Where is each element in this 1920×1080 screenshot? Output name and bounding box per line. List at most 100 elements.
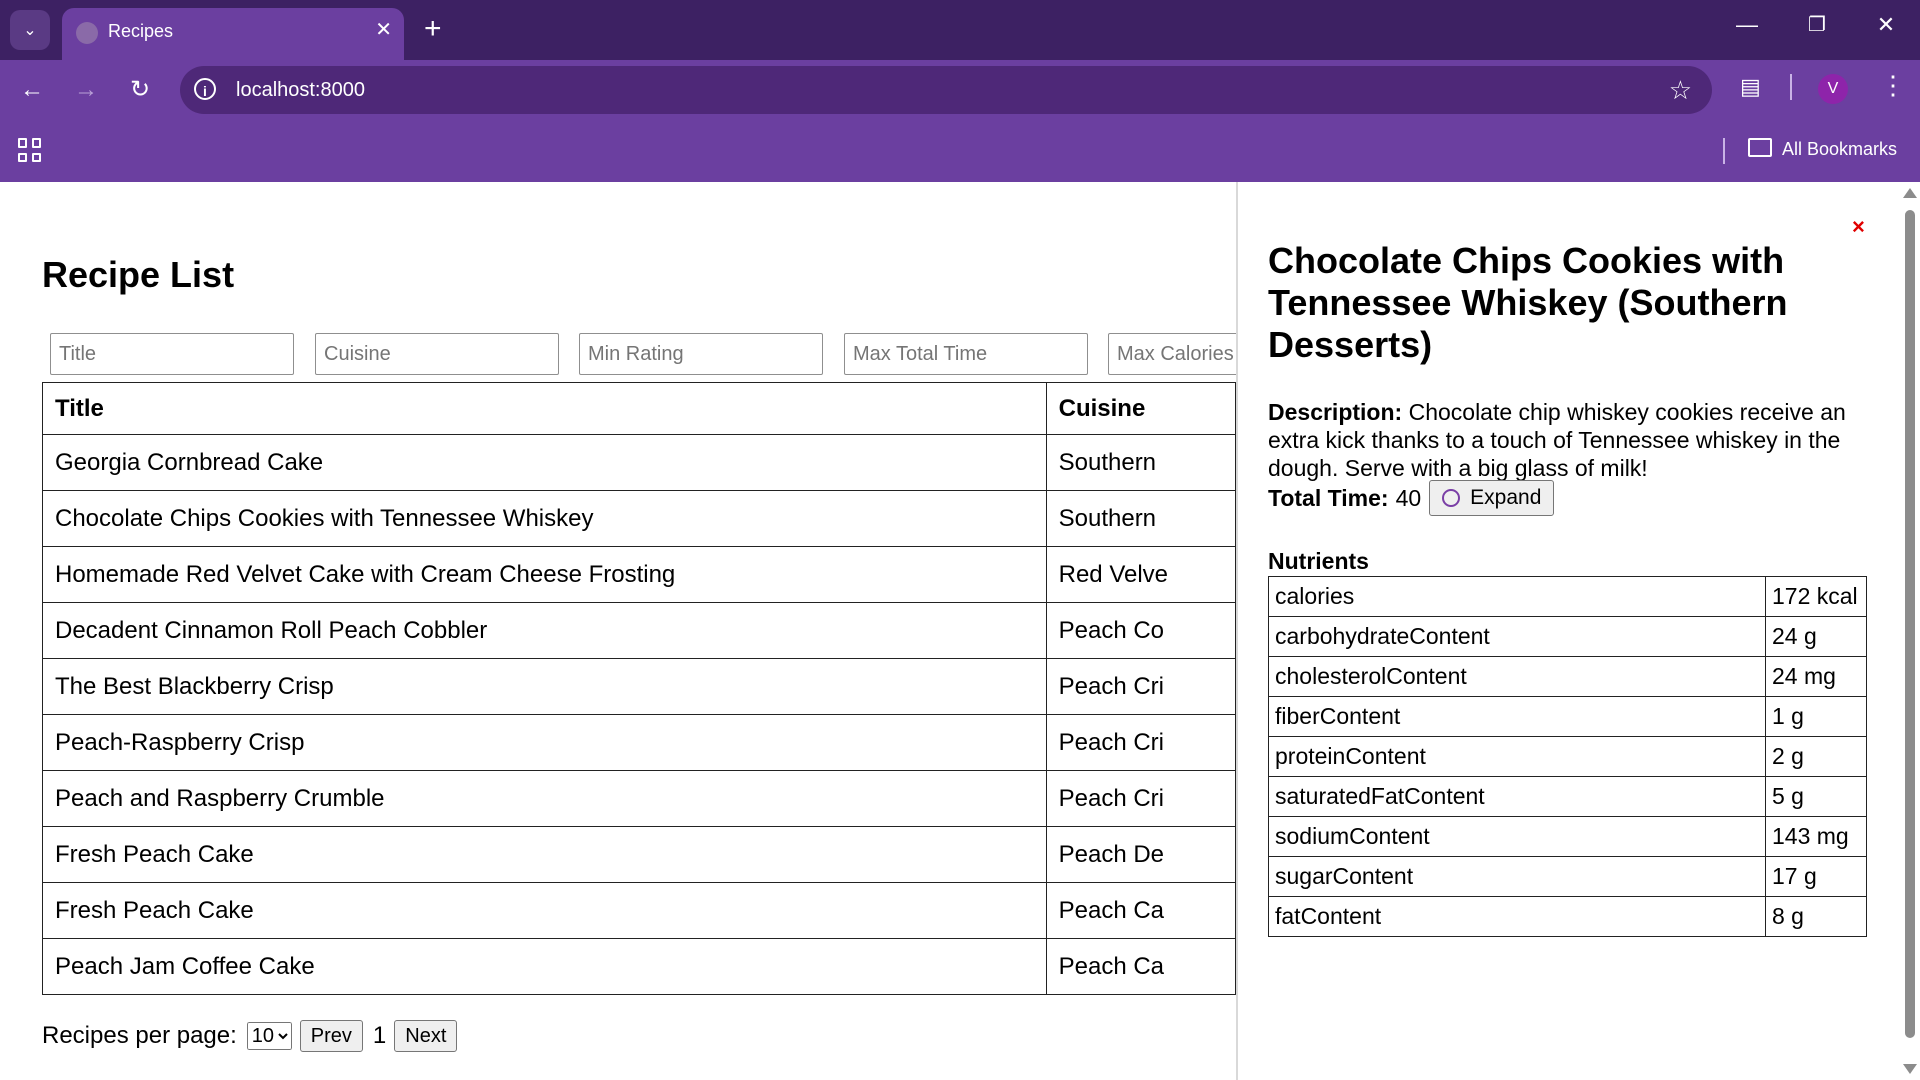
table-row[interactable]: Chocolate Chips Cookies with Tennessee W… <box>42 490 1236 547</box>
recipe-cuisine-cell: Peach Cri <box>1045 658 1236 715</box>
page-title: Recipe List <box>42 254 235 295</box>
max-total-time-filter-input[interactable] <box>844 333 1088 375</box>
browser-tab[interactable]: Recipes ✕ <box>62 8 404 60</box>
nutrient-value: 5 g <box>1765 776 1867 817</box>
current-page-number: 1 <box>372 1022 387 1049</box>
column-header-cuisine[interactable]: Cuisine <box>1045 382 1236 435</box>
nutrient-name: sugarContent <box>1268 856 1766 897</box>
close-panel-button[interactable]: × <box>1852 214 1865 240</box>
recipe-cuisine-cell: Peach Ca <box>1045 938 1236 995</box>
favicon-icon <box>76 22 98 44</box>
min-rating-filter-input[interactable] <box>579 333 823 375</box>
recipe-cuisine-cell: Peach De <box>1045 826 1236 883</box>
bookmarks-separator <box>1723 138 1725 164</box>
recipe-details-panel: × Chocolate Chips Cookies with Tennessee… <box>1236 182 1920 1080</box>
recipe-cuisine-cell: Southern <box>1045 490 1236 547</box>
nutrient-row: sugarContent 17 g <box>1268 856 1867 897</box>
tab-title: Recipes <box>108 21 174 41</box>
nutrients-heading: Nutrients <box>1268 548 1369 574</box>
nutrient-value: 8 g <box>1765 896 1867 937</box>
nutrient-value: 1 g <box>1765 696 1867 737</box>
table-row[interactable]: Fresh Peach Cake Peach Ca <box>42 882 1236 939</box>
bookmark-star-icon[interactable]: ☆ <box>1669 75 1692 106</box>
tab-search-button[interactable]: ⌄ <box>10 10 50 50</box>
expand-button[interactable]: Expand <box>1429 480 1555 516</box>
back-icon[interactable]: ← <box>14 74 50 106</box>
nutrient-row: fatContent 8 g <box>1268 896 1867 937</box>
tab-strip: ⌄ Recipes ✕ + — ❐ ✕ <box>0 0 1920 60</box>
nutrient-value: 2 g <box>1765 736 1867 777</box>
table-row[interactable]: Peach-Raspberry Crisp Peach Cri <box>42 714 1236 771</box>
title-filter-input[interactable] <box>50 333 294 375</box>
toolbar-separator <box>1790 74 1792 100</box>
table-row[interactable]: Peach and Raspberry Crumble Peach Cri <box>42 770 1236 827</box>
table-row[interactable]: Decadent Cinnamon Roll Peach Cobbler Peac… <box>42 602 1236 659</box>
recipe-title-cell[interactable]: Fresh Peach Cake <box>42 882 1047 939</box>
nutrient-name: calories <box>1268 576 1766 617</box>
nutrient-value: 24 mg <box>1765 656 1867 697</box>
panel-scrollbar[interactable] <box>1900 182 1920 1080</box>
table-row[interactable]: Fresh Peach Cake Peach De <box>42 826 1236 883</box>
table-row[interactable]: Homemade Red Velvet Cake with Cream Chee… <box>42 546 1236 603</box>
nutrient-name: cholesterolContent <box>1268 656 1766 697</box>
close-tab-icon[interactable]: ✕ <box>375 20 392 40</box>
recipe-title-cell[interactable]: Peach Jam Coffee Cake <box>42 938 1047 995</box>
all-bookmarks-button[interactable]: All Bookmarks <box>1748 138 1897 160</box>
column-header-title[interactable]: Title <box>42 382 1047 435</box>
profile-avatar[interactable]: V <box>1818 74 1848 104</box>
scroll-down-arrow-icon[interactable] <box>1903 1064 1917 1074</box>
recipe-title-cell[interactable]: Georgia Cornbread Cake <box>42 434 1047 491</box>
prev-page-button[interactable]: Prev <box>299 1020 363 1052</box>
restore-icon[interactable]: ❐ <box>1797 14 1837 36</box>
max-calories-filter-input[interactable] <box>1108 333 1236 375</box>
nutrient-name: fiberContent <box>1268 696 1766 737</box>
per-page-select[interactable]: 10 <box>246 1022 292 1050</box>
reading-list-icon[interactable]: ▤ <box>1740 74 1761 100</box>
nutrient-name: sodiumContent <box>1268 816 1766 857</box>
reload-icon[interactable]: ↻ <box>122 74 158 106</box>
table-row[interactable]: Georgia Cornbread Cake Southern <box>42 434 1236 491</box>
recipe-cuisine-cell: Peach Co <box>1045 602 1236 659</box>
recipe-title-cell[interactable]: Decadent Cinnamon Roll Peach Cobbler <box>42 602 1047 659</box>
scrollbar-thumb[interactable] <box>1905 210 1915 1038</box>
table-row[interactable]: The Best Blackberry Crisp Peach Cri <box>42 658 1236 715</box>
stopwatch-icon <box>1442 489 1461 507</box>
recipe-title-cell[interactable]: Peach-Raspberry Crisp <box>42 714 1047 771</box>
next-page-button[interactable]: Next <box>394 1020 458 1052</box>
apps-grid-icon[interactable] <box>18 138 42 162</box>
close-window-icon[interactable]: ✕ <box>1866 14 1906 36</box>
chevron-down-icon: ⌄ <box>23 22 37 39</box>
forward-icon[interactable]: → <box>68 74 104 106</box>
recipe-cuisine-cell: Southern <box>1045 434 1236 491</box>
minimize-icon[interactable]: — <box>1727 14 1767 36</box>
recipe-title-cell[interactable]: Fresh Peach Cake <box>42 826 1047 883</box>
site-info-icon[interactable]: i <box>194 78 216 100</box>
recipe-title: Chocolate Chips Cookies with Tennessee W… <box>1268 240 1788 365</box>
recipe-title-cell[interactable]: Peach and Raspberry Crumble <box>42 770 1047 827</box>
nutrient-name: fatContent <box>1268 896 1766 937</box>
all-bookmarks-label: All Bookmarks <box>1782 139 1898 159</box>
browser-toolbar: ← → ↻ i localhost:8000 ☆ ▤ V ⋮ <box>0 60 1920 120</box>
description-label: Description: <box>1268 399 1403 425</box>
recipe-title-cell[interactable]: Chocolate Chips Cookies with Tennessee W… <box>42 490 1047 547</box>
recipe-cuisine-cell: Peach Cri <box>1045 770 1236 827</box>
recipe-cuisine-cell: Peach Cri <box>1045 714 1236 771</box>
nutrient-name: saturatedFatContent <box>1268 776 1766 817</box>
recipe-title-cell[interactable]: Homemade Red Velvet Cake with Cream Chee… <box>42 546 1047 603</box>
address-bar[interactable]: i localhost:8000 ☆ <box>180 66 1712 114</box>
recipe-title-cell[interactable]: The Best Blackberry Crisp <box>42 658 1047 715</box>
total-time-value: 40 <box>1395 484 1422 511</box>
nutrient-value: 17 g <box>1765 856 1867 897</box>
cuisine-filter-input[interactable] <box>315 333 559 375</box>
table-row[interactable]: Peach Jam Coffee Cake Peach Ca <box>42 938 1236 995</box>
nutrient-value: 24 g <box>1765 616 1867 657</box>
menu-icon[interactable]: ⋮ <box>1880 70 1906 101</box>
new-tab-icon[interactable]: + <box>424 14 442 44</box>
nutrient-value: 172 kcal <box>1765 576 1867 617</box>
recipe-table: Title Cuisine Georgia Cornbread Cake Sout… <box>42 382 1236 995</box>
table-header-row: Title Cuisine <box>42 382 1236 435</box>
scroll-up-arrow-icon[interactable] <box>1903 188 1917 198</box>
nutrient-name: carbohydrateContent <box>1268 616 1766 657</box>
url-text[interactable]: localhost:8000 <box>236 79 365 102</box>
nutrient-row: carbohydrateContent 24 g <box>1268 616 1867 657</box>
